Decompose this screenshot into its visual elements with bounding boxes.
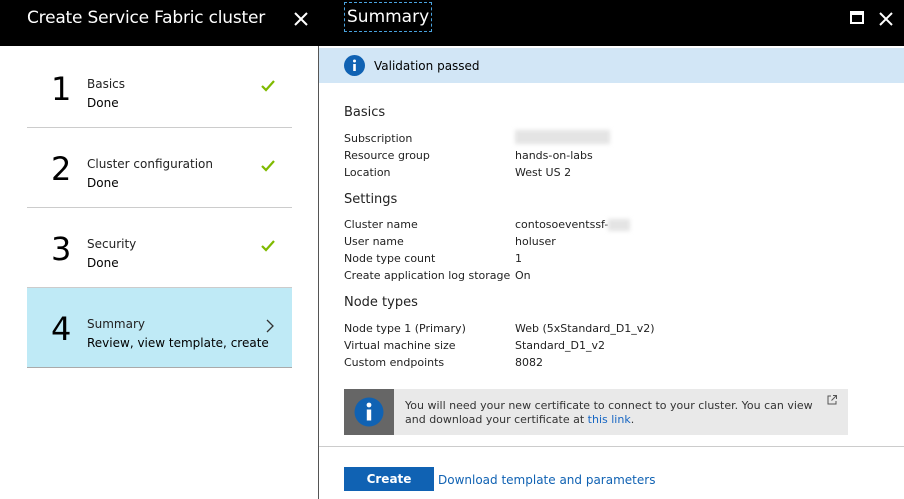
certificate-link[interactable]: this link bbox=[588, 413, 631, 426]
field-value: holuser bbox=[515, 235, 556, 248]
cluster-name-redacted bbox=[608, 219, 631, 231]
check-icon bbox=[261, 160, 275, 172]
field-value: 8082 bbox=[515, 356, 543, 369]
step-basics[interactable]: 1 Basics Done bbox=[27, 48, 292, 128]
field-value: Web (5xStandard_D1_v2) bbox=[515, 322, 655, 335]
field-label: Resource group bbox=[344, 149, 430, 162]
step-number: 1 bbox=[51, 70, 72, 108]
field-label: Node type 1 (Primary) bbox=[344, 322, 466, 335]
step-name: Security bbox=[87, 237, 137, 251]
field-value: hands-on-labs bbox=[515, 149, 593, 162]
field-label: Location bbox=[344, 166, 391, 179]
field-value: West US 2 bbox=[515, 166, 572, 179]
step-name: Cluster configuration bbox=[87, 157, 214, 171]
section-title-basics: Basics bbox=[344, 105, 386, 120]
footer-divider bbox=[319, 446, 904, 447]
step-security[interactable]: 3 Security Done bbox=[27, 208, 292, 288]
certificate-info-box: You will need your new certificate to co… bbox=[344, 389, 848, 435]
info-icon bbox=[344, 55, 365, 76]
field-value: contosoeventssf- bbox=[515, 218, 631, 231]
check-icon bbox=[261, 80, 275, 92]
info-icon-panel bbox=[344, 389, 394, 435]
step-cluster-configuration[interactable]: 2 Cluster configuration Done bbox=[27, 128, 292, 208]
step-summary[interactable]: 4 Summary Review, view template, create bbox=[27, 288, 292, 368]
check-icon bbox=[261, 240, 275, 252]
maximize-icon[interactable] bbox=[850, 11, 864, 24]
validation-message: Validation passed bbox=[374, 59, 480, 73]
field-label: Node type count bbox=[344, 252, 436, 265]
step-number: 3 bbox=[51, 230, 72, 268]
step-number: 4 bbox=[51, 310, 72, 348]
info-suffix: . bbox=[630, 413, 635, 426]
close-icon[interactable] bbox=[292, 7, 310, 27]
summary-blade: Summary Validation passed Basics Subscri… bbox=[319, 0, 904, 499]
field-label: Cluster name bbox=[344, 218, 418, 231]
info-icon bbox=[354, 397, 384, 427]
cluster-name-value: contosoeventssf- bbox=[515, 218, 609, 231]
blade-title: Summary bbox=[344, 2, 433, 32]
wizard-steps: 1 Basics Done 2 Cluster configuration Do… bbox=[27, 48, 292, 368]
field-value: On bbox=[515, 269, 531, 282]
step-number: 2 bbox=[51, 150, 72, 188]
blade-header: Create Service Fabric cluster bbox=[0, 0, 319, 46]
step-status: Done bbox=[87, 176, 119, 190]
chevron-right-icon bbox=[266, 319, 274, 333]
field-label: Virtual machine size bbox=[344, 339, 456, 352]
field-value: 1 bbox=[515, 252, 522, 265]
validation-banner: Validation passed bbox=[319, 48, 904, 83]
external-link-icon[interactable] bbox=[826, 394, 838, 406]
section-title-node-types: Node types bbox=[344, 295, 418, 310]
create-button[interactable]: Create bbox=[344, 467, 434, 491]
step-name: Basics bbox=[87, 77, 126, 91]
field-label: Custom endpoints bbox=[344, 356, 445, 369]
field-label: Create application log storage bbox=[344, 269, 511, 282]
certificate-info-text: You will need your new certificate to co… bbox=[405, 399, 825, 427]
create-cluster-blade: Create Service Fabric cluster 1 Basics D… bbox=[0, 0, 319, 499]
subscription-value-redacted bbox=[515, 130, 610, 144]
field-value: Standard_D1_v2 bbox=[515, 339, 606, 352]
step-name: Summary bbox=[87, 317, 145, 331]
close-icon[interactable] bbox=[877, 7, 895, 27]
field-label: User name bbox=[344, 235, 404, 248]
blade-header: Summary bbox=[319, 0, 904, 46]
step-status: Done bbox=[87, 256, 119, 270]
blade-title: Create Service Fabric cluster bbox=[27, 8, 266, 28]
step-status: Done bbox=[87, 96, 119, 110]
field-label: Subscription bbox=[344, 132, 413, 145]
section-title-settings: Settings bbox=[344, 192, 398, 207]
download-template-link[interactable]: Download template and parameters bbox=[438, 473, 655, 487]
step-status: Review, view template, create bbox=[87, 336, 269, 350]
